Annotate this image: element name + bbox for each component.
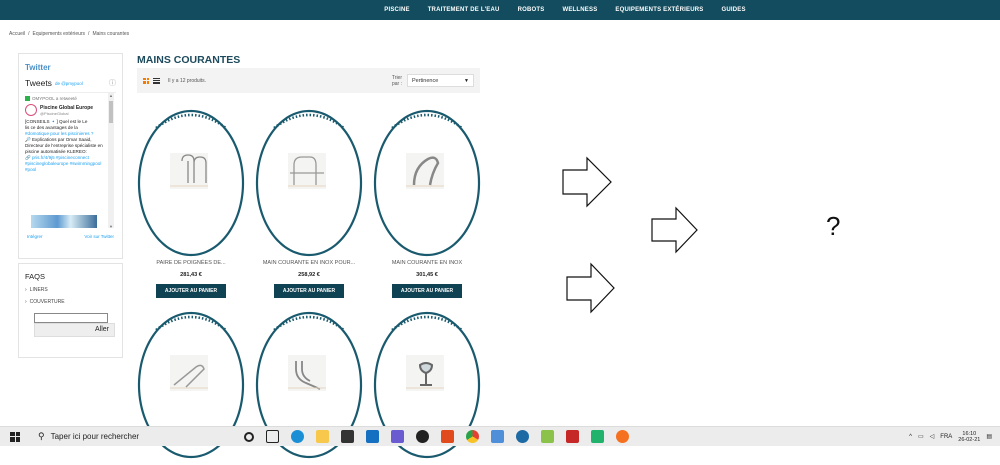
store-icon[interactable] xyxy=(341,430,354,443)
speaker-icon[interactable]: ◁ xyxy=(930,433,935,440)
arrow-right-icon xyxy=(651,206,698,254)
taskbar: ⚲ Taper ici pour rechercher ^ ▭ ◁ FRA 16… xyxy=(0,426,1000,446)
network-icon[interactable]: ▭ xyxy=(918,433,924,440)
annotation-overlay xyxy=(562,156,698,314)
app-icon[interactable] xyxy=(591,430,604,443)
filezilla-icon[interactable] xyxy=(566,430,579,443)
mail-icon[interactable] xyxy=(366,430,379,443)
taskbar-search[interactable]: ⚲ Taper ici pour rechercher xyxy=(38,427,228,447)
photos-icon[interactable] xyxy=(391,430,404,443)
search-icon: ⚲ xyxy=(38,431,45,441)
windows-start-icon[interactable] xyxy=(8,430,22,444)
chrome-icon[interactable] xyxy=(466,430,479,443)
notifications-icon[interactable]: ▤ xyxy=(986,433,992,440)
language-indicator[interactable]: FRA xyxy=(940,434,952,440)
clock[interactable]: 16:10 26-02-21 xyxy=(958,431,980,443)
arrow-right-icon xyxy=(562,156,612,208)
chevron-up-icon[interactable]: ^ xyxy=(909,434,912,440)
question-mark: ? xyxy=(826,211,841,241)
system-tray: ^ ▭ ◁ FRA 16:10 26-02-21 ▤ xyxy=(909,431,1000,443)
app-icon[interactable] xyxy=(491,430,504,443)
file-explorer-icon[interactable] xyxy=(316,430,329,443)
office-icon[interactable] xyxy=(441,430,454,443)
app-icon[interactable] xyxy=(516,430,529,443)
firefox-icon[interactable] xyxy=(616,430,629,443)
taskbar-apps xyxy=(244,430,629,443)
xbox-icon[interactable] xyxy=(416,430,429,443)
clock-date: 26-02-21 xyxy=(958,436,981,443)
task-view-icon[interactable] xyxy=(266,430,279,443)
app-icon[interactable] xyxy=(541,430,554,443)
search-placeholder[interactable]: Taper ici pour rechercher xyxy=(51,432,139,441)
arrow-right-icon xyxy=(562,156,698,314)
arrow-right-icon xyxy=(566,262,615,314)
edge-icon[interactable] xyxy=(291,430,304,443)
cortana-icon[interactable] xyxy=(244,431,254,442)
